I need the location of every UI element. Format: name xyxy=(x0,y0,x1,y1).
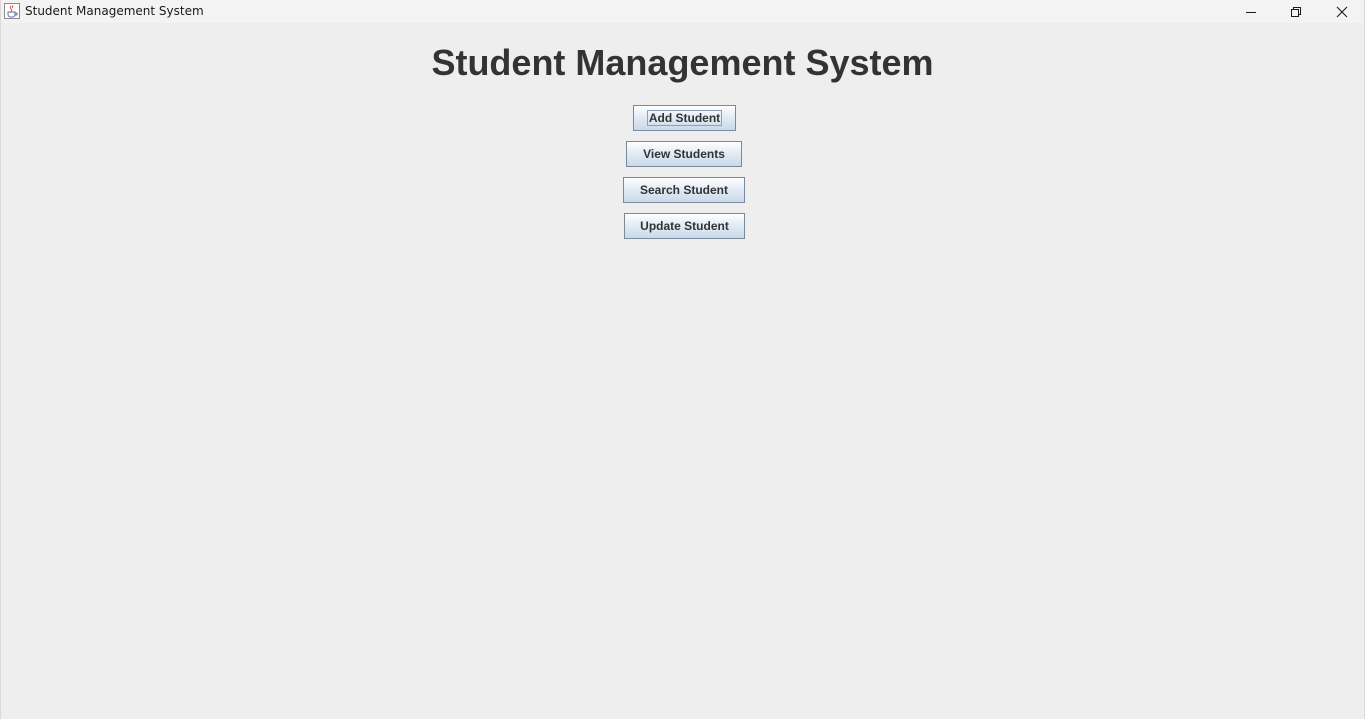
close-button[interactable] xyxy=(1319,0,1365,23)
search-student-label: Search Student xyxy=(639,183,729,197)
restore-icon xyxy=(1290,6,1302,18)
view-students-label: View Students xyxy=(643,147,725,161)
update-student-button[interactable]: Update Student xyxy=(624,213,745,239)
add-student-label: Add Student xyxy=(646,110,723,126)
restore-button[interactable] xyxy=(1273,0,1319,23)
update-student-label: Update Student xyxy=(640,219,729,233)
window-title: Student Management System xyxy=(25,4,204,18)
title-bar[interactable]: Student Management System xyxy=(1,0,1364,23)
close-icon xyxy=(1336,6,1348,18)
add-student-button[interactable]: Add Student xyxy=(633,105,736,131)
app-window: Student Management System Student Manage… xyxy=(0,0,1365,719)
page-title: Student Management System xyxy=(431,42,934,83)
view-students-button[interactable]: View Students xyxy=(626,141,742,167)
minimize-icon xyxy=(1245,6,1257,18)
main-panel: Student Management System Add Student Vi… xyxy=(1,23,1364,719)
minimize-button[interactable] xyxy=(1228,0,1274,23)
java-cup-icon[interactable] xyxy=(4,3,20,19)
search-student-button[interactable]: Search Student xyxy=(623,177,745,203)
